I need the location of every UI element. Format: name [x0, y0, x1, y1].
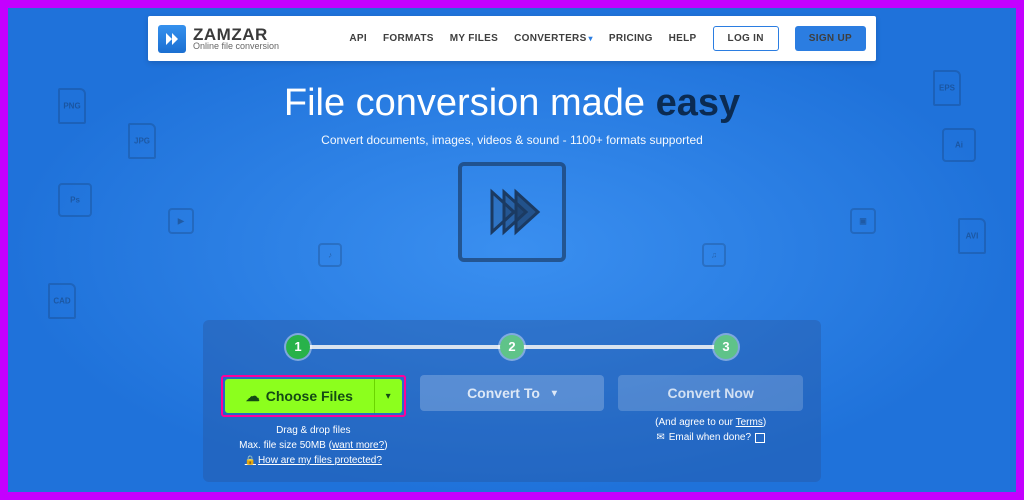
sketch-cad-icon: CAD	[48, 283, 76, 319]
sketch-note2-icon: ♫	[702, 243, 726, 267]
sketch-jpg-icon: JPG	[128, 123, 156, 159]
step-3: 3	[714, 335, 738, 359]
step-indicator: 1 2 3	[286, 335, 738, 359]
mail-icon: ✉	[656, 432, 664, 443]
nav-myfiles[interactable]: MY FILES	[450, 33, 498, 44]
hero: File conversion made easy Convert docume…	[8, 83, 1016, 262]
choose-files-dropdown[interactable]: ▾	[374, 379, 402, 413]
step-1: 1	[286, 335, 310, 359]
sketch-eps-icon: EPS	[933, 70, 961, 106]
sketch-play-icon: ▶	[168, 208, 194, 234]
choose-files-button[interactable]: ☁ Choose Files	[225, 379, 374, 413]
logo-icon	[158, 25, 186, 53]
files-protected-link[interactable]: How are my files protected?	[245, 455, 382, 466]
sketch-img-icon: ▣	[850, 208, 876, 234]
convert-panel: 1 2 3 ☁ Choose Files ▾ Drag & drop files…	[203, 320, 821, 482]
sketch-ps-icon: Ps	[58, 183, 92, 217]
nav-api[interactable]: API	[349, 33, 367, 44]
want-more-link[interactable]: want more?	[332, 440, 384, 451]
login-button[interactable]: LOG IN	[713, 26, 779, 51]
nav-help[interactable]: HELP	[669, 33, 697, 44]
email-checkbox[interactable]	[755, 433, 765, 443]
main-nav: API FORMATS MY FILES CONVERTERS PRICING …	[349, 26, 866, 51]
top-bar: ZAMZAR Online file conversion API FORMAT…	[148, 16, 876, 61]
nav-pricing[interactable]: PRICING	[609, 33, 653, 44]
sketch-avi-icon: AVI	[958, 218, 986, 254]
terms-text: (And agree to our Terms)	[655, 417, 766, 428]
choose-highlight: ☁ Choose Files ▾	[221, 375, 406, 417]
choose-hints: Drag & drop files Max. file size 50MB (w…	[239, 423, 387, 468]
sketch-png-icon: PNG	[58, 88, 86, 124]
hero-subtitle: Convert documents, images, videos & soun…	[8, 133, 1016, 147]
nav-formats[interactable]: FORMATS	[383, 33, 434, 44]
sketch-note-icon: ♪	[318, 243, 342, 267]
signup-button[interactable]: SIGN UP	[795, 26, 866, 51]
hero-play-icon	[458, 162, 566, 262]
logo[interactable]: ZAMZAR Online file conversion	[158, 25, 279, 53]
convert-to-dropdown[interactable]: Convert To	[420, 375, 605, 411]
upload-icon: ☁	[246, 388, 260, 405]
step-2: 2	[500, 335, 524, 359]
nav-converters[interactable]: CONVERTERS	[514, 33, 593, 44]
terms-link[interactable]: Terms	[736, 417, 763, 428]
email-when-done[interactable]: ✉ Email when done?	[656, 432, 765, 443]
convert-now-button[interactable]: Convert Now	[618, 375, 803, 411]
sketch-ai-icon: Ai	[942, 128, 976, 162]
brand-tagline: Online file conversion	[193, 41, 279, 51]
hero-title: File conversion made easy	[8, 83, 1016, 125]
